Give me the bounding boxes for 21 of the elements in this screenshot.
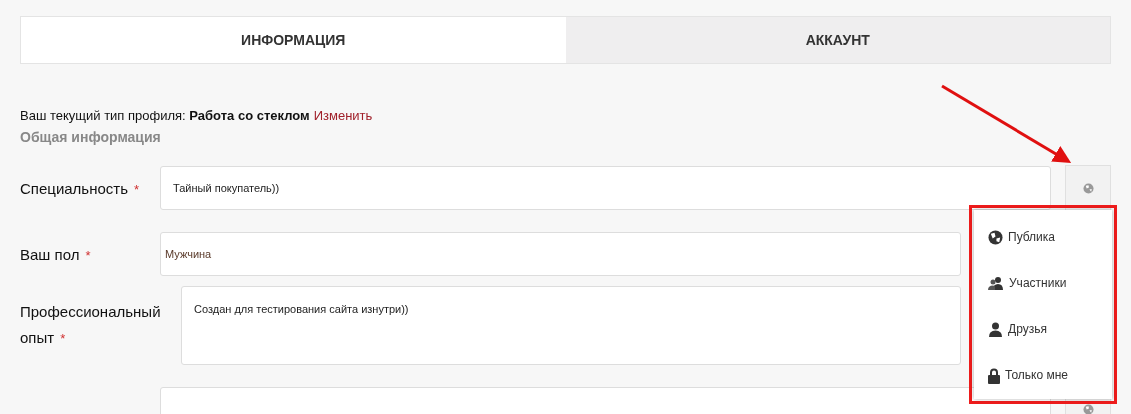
input-field[interactable]: Мужчина bbox=[160, 232, 961, 276]
change-link[interactable]: Изменить bbox=[313, 108, 373, 123]
text-area[interactable]: Создан для тестирования сайта изнутри)) bbox=[181, 286, 961, 365]
menu-item[interactable]: Только мне bbox=[974, 368, 1112, 414]
field-label: Профессиональный опыт * bbox=[20, 302, 162, 348]
lock-icon bbox=[988, 368, 1000, 384]
section-heading: Общая информация bbox=[20, 129, 162, 145]
menu-item[interactable]: Публика bbox=[974, 230, 1112, 276]
menu-item[interactable]: Участники bbox=[974, 276, 1112, 322]
input-field[interactable]: Тайный покупатель)) bbox=[160, 166, 1051, 210]
globe-icon bbox=[1082, 403, 1094, 414]
profile-type-text: Ваш текущий тип профиля: Работа со стеклом bbox=[20, 108, 310, 123]
field-label: Ваш пол * bbox=[20, 245, 91, 263]
tab[interactable]: ИНФОРМАЦИЯ bbox=[21, 17, 566, 63]
people-icon bbox=[988, 276, 1004, 291]
field-label: Специальность * bbox=[20, 179, 140, 197]
globe-icon bbox=[988, 230, 1003, 245]
menu-item[interactable]: Друзья bbox=[974, 322, 1112, 368]
person-icon bbox=[988, 322, 1003, 337]
tab[interactable]: АККАУНТ bbox=[565, 17, 1110, 63]
globe-icon bbox=[1082, 182, 1094, 194]
